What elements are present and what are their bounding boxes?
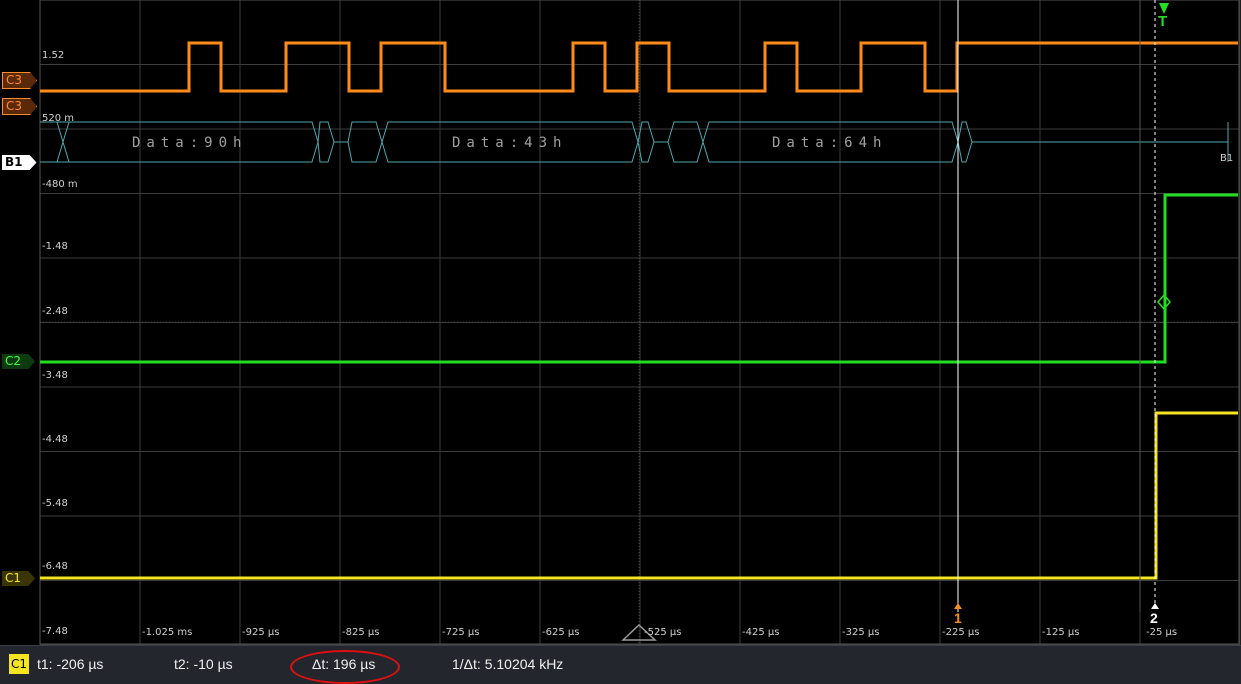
channel-badge[interactable]: C1: [9, 654, 29, 674]
c2-tag[interactable]: C2: [2, 354, 36, 369]
c3-edge-tag[interactable]: C3: [2, 72, 38, 89]
y-label-2: -480 m: [42, 179, 78, 190]
cursor-2-label: 2: [1150, 610, 1158, 626]
bus-decode-label-2: Data:43h: [452, 135, 568, 151]
y-label-8: -6.48: [42, 561, 68, 572]
x-label-7: -325 µs: [842, 627, 880, 638]
y-label-1: 520 m: [42, 113, 75, 124]
c1-tag[interactable]: C1: [2, 571, 36, 586]
b1-tag[interactable]: B1: [2, 155, 37, 170]
y-label-5: -3.48: [42, 370, 68, 381]
grid: [39, 0, 1241, 645]
bus-gap-2: [637, 121, 704, 163]
x-label-5: -525 µs: [644, 627, 682, 638]
dt-readout: Δt: 196 µs: [312, 656, 376, 672]
y-label-9: -7.48: [42, 626, 68, 637]
trigger-label: T: [1158, 13, 1168, 30]
t2-readout: t2: -10 µs: [174, 656, 233, 672]
x-label-0: -1.025 ms: [142, 627, 193, 638]
bus-end: [957, 121, 1229, 163]
x-label-8: -225 µs: [942, 627, 980, 638]
x-label-10: -25 µs: [1146, 627, 1178, 638]
y-label-6: -4.48: [42, 434, 68, 445]
cursor-status-bar: C1 t1: -206 µs t2: -10 µs Δt: 196 µs 1/Δ…: [0, 645, 1241, 684]
b1-right-label: B1: [1220, 153, 1234, 164]
y-label-7: -5.48: [42, 498, 68, 509]
x-label-1: -925 µs: [242, 627, 280, 638]
x-label-3: -725 µs: [442, 627, 480, 638]
cursor-1-marker[interactable]: [954, 603, 962, 609]
oscilloscope-display[interactable]: 1.52 520 m -480 m -1.48 -2.48 -3.48 -4.4…: [0, 0, 1241, 645]
c3-tag[interactable]: C3: [2, 98, 38, 115]
x-label-4: -625 µs: [542, 627, 580, 638]
x-label-2: -825 µs: [342, 627, 380, 638]
x-label-6: -425 µs: [742, 627, 780, 638]
y-label-4: -2.48: [42, 306, 68, 317]
cursor-2-marker[interactable]: [1151, 603, 1159, 609]
t1-readout: t1: -206 µs: [37, 656, 104, 672]
bus-decode-label-1: Data:90h: [132, 135, 248, 151]
y-label-3: -1.48: [42, 241, 68, 252]
waveform-area[interactable]: [0, 0, 1241, 645]
y-label-0: 1.52: [42, 50, 65, 61]
inv-dt-readout: 1/Δt: 5.10204 kHz: [452, 656, 564, 672]
bus-gap-1: [317, 121, 383, 163]
bus-decode-label-3: Data:64h: [772, 135, 888, 151]
cursor-1-label: 1: [954, 610, 962, 626]
x-label-9: -125 µs: [1042, 627, 1080, 638]
